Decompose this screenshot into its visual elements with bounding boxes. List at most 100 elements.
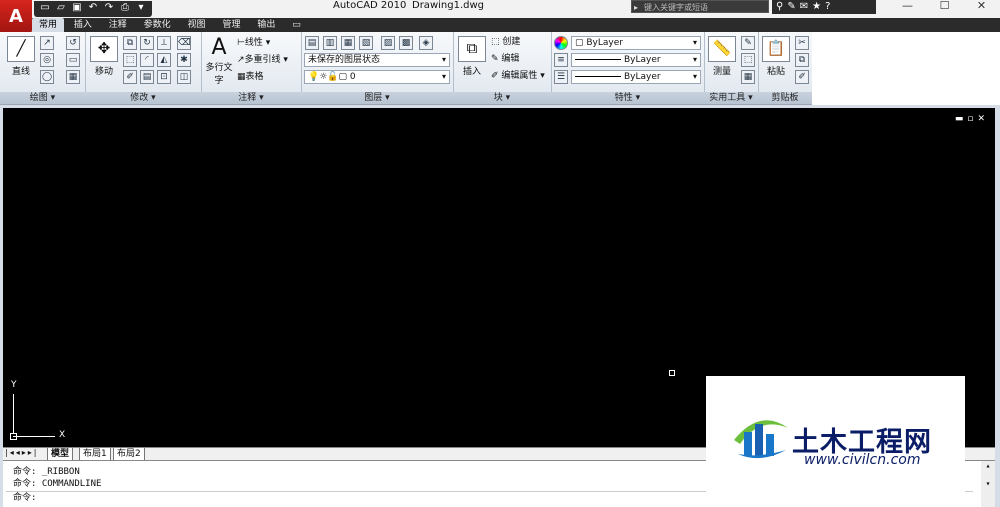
- ucs-x-label: X: [59, 430, 66, 440]
- modify-panel-label[interactable]: 修改 ▾: [85, 92, 201, 104]
- current-layer-value: 0: [349, 72, 356, 82]
- layer-match-icon[interactable]: ▥: [323, 36, 337, 50]
- print-icon[interactable]: ⎙: [118, 1, 132, 15]
- undo-icon[interactable]: ↶: [86, 1, 100, 15]
- scale-icon[interactable]: ⊡: [157, 70, 171, 84]
- maximize-icon[interactable]: ☐: [926, 0, 963, 14]
- application-menu-button[interactable]: A: [0, 0, 32, 34]
- communication-icon[interactable]: ✉: [800, 0, 808, 14]
- layers-panel-label[interactable]: 图层 ▾: [301, 92, 453, 104]
- stretch-icon[interactable]: ⬚: [123, 53, 137, 67]
- layer-state-select[interactable]: 未保存的图层状态: [304, 53, 450, 67]
- block-panel: ⧉ 插入 ⬚ 创建 ✎ 编辑 ✐ 编辑属性 ▾ 块 ▾: [453, 32, 552, 104]
- new-file-icon[interactable]: ▭: [38, 1, 52, 15]
- help-search-input[interactable]: 键入关键字或短语: [631, 0, 769, 14]
- lineweight-icon: ☰: [554, 70, 568, 84]
- color-select[interactable]: ▢ ByLayer: [571, 36, 701, 50]
- star-icon[interactable]: ★: [812, 0, 821, 14]
- paste-label: 粘贴: [766, 67, 785, 77]
- layer-off-icon[interactable]: ◈: [419, 36, 433, 50]
- layer-properties-icon[interactable]: ▤: [305, 36, 319, 50]
- tab-view[interactable]: 视图: [181, 18, 213, 32]
- match-properties-icon[interactable]: ✐: [795, 70, 809, 84]
- wrench-icon[interactable]: ✎: [787, 0, 795, 14]
- save-icon[interactable]: ▣: [70, 1, 84, 15]
- lineweight-select[interactable]: ByLayer: [571, 70, 701, 84]
- dropdown-icon[interactable]: ▾: [134, 1, 148, 15]
- utilities-panel: 📏 测量 ✎ ⬚ ▦ 实用工具 ▾: [704, 32, 759, 104]
- linear-dimension-button[interactable]: ⊢线性 ▾: [237, 37, 270, 49]
- calculator-icon[interactable]: ▦: [741, 70, 755, 84]
- offset-icon[interactable]: ◫: [177, 70, 191, 84]
- layer-previous-icon[interactable]: ▦: [341, 36, 355, 50]
- ribbon-empty-area: [812, 32, 1000, 105]
- tab-insert[interactable]: 插入: [67, 18, 99, 32]
- paste-button[interactable]: 📋 粘贴: [761, 36, 791, 77]
- open-file-icon[interactable]: ▱: [54, 1, 68, 15]
- create-block-button[interactable]: ⬚ 创建: [491, 36, 520, 48]
- info-toolbar: ⚲ ✎ ✉ ★ ?: [772, 0, 876, 14]
- fillet-icon[interactable]: ◜: [140, 53, 154, 67]
- layer-unisolate-icon[interactable]: ▨: [381, 36, 395, 50]
- annotation-panel-label[interactable]: 注释 ▾: [201, 92, 301, 104]
- layer-isolate-icon[interactable]: ▧: [359, 36, 373, 50]
- erase-icon[interactable]: ⌫: [177, 36, 191, 50]
- viewport-controls[interactable]: ▬▫✕: [955, 114, 989, 124]
- measure-button[interactable]: 📏 测量: [707, 36, 737, 77]
- clipboard-panel: 📋 粘贴 ✂ ⧉ ✐ 剪贴板: [758, 32, 812, 104]
- watermark: 土木工程网 www.civilcn.com: [706, 376, 965, 506]
- close-icon[interactable]: ✕: [963, 0, 1000, 14]
- ribbon-toggle-icon[interactable]: ▭: [285, 18, 308, 32]
- minimize-icon[interactable]: —: [889, 0, 926, 14]
- help-icon[interactable]: ?: [825, 0, 830, 14]
- layout-nav-icons[interactable]: |◂◂▸▸|: [5, 448, 38, 457]
- quick-select-icon[interactable]: ✎: [741, 36, 755, 50]
- line-label: 直线: [11, 67, 30, 77]
- redo-icon[interactable]: ↷: [102, 1, 116, 15]
- insert-block-button[interactable]: ⧉ 插入: [456, 36, 488, 77]
- select-all-icon[interactable]: ⬚: [741, 53, 755, 67]
- move-button[interactable]: ✥ 移动: [89, 36, 119, 77]
- polyline-icon[interactable]: ↗: [40, 36, 54, 50]
- array-icon[interactable]: ▤: [140, 70, 154, 84]
- tab-parametric[interactable]: 参数化: [137, 18, 178, 32]
- multileader-button[interactable]: ↗多重引线 ▾: [237, 54, 288, 66]
- brush-icon[interactable]: ✐: [123, 70, 137, 84]
- edit-block-button[interactable]: ✎ 编辑: [491, 53, 519, 65]
- copy-icon[interactable]: ⧉: [123, 36, 137, 50]
- title-bar: ▭ ▱ ▣ ↶ ↷ ⎙ ▾ AutoCAD 2010 Drawing1.dwg …: [0, 0, 1000, 18]
- current-layer-select[interactable]: 💡☼🔓▢ 0: [304, 70, 450, 84]
- tab-annotate[interactable]: 注释: [102, 18, 134, 32]
- block-panel-label[interactable]: 块 ▾: [453, 92, 551, 104]
- explode-icon[interactable]: ✱: [177, 53, 191, 67]
- tab-home[interactable]: 常用: [32, 18, 65, 32]
- edit-attributes-button[interactable]: ✐ 编辑属性 ▾: [491, 70, 545, 82]
- trim-icon[interactable]: ⟂: [157, 36, 171, 50]
- ellipse-icon[interactable]: ◯: [40, 70, 54, 84]
- copy-clip-icon[interactable]: ⧉: [795, 53, 809, 67]
- properties-panel-label[interactable]: 特性 ▾: [551, 92, 704, 104]
- table-button[interactable]: ▦表格: [237, 71, 264, 83]
- circle-icon[interactable]: ◎: [40, 53, 54, 67]
- line-icon: ╱: [7, 36, 35, 62]
- mtext-button[interactable]: A 多行文字: [205, 36, 233, 87]
- rotate-icon[interactable]: ↻: [140, 36, 154, 50]
- binoculars-icon[interactable]: ⚲: [776, 0, 783, 14]
- command-scrollbar[interactable]: ▴ ▾: [981, 461, 995, 507]
- hatch-icon[interactable]: ▦: [66, 70, 80, 84]
- tab-manage[interactable]: 管理: [215, 18, 247, 32]
- line-button[interactable]: ╱ 直线: [6, 36, 36, 77]
- civilcn-logo-icon: [734, 420, 788, 459]
- layer-freeze-icon[interactable]: ▩: [399, 36, 413, 50]
- command-history-line: 命令: COMMANDLINE: [13, 479, 102, 489]
- mirror-icon[interactable]: ◭: [157, 53, 171, 67]
- rectangle-icon[interactable]: ▭: [66, 53, 80, 67]
- tab-output[interactable]: 输出: [250, 18, 282, 32]
- utilities-panel-label[interactable]: 实用工具 ▾: [704, 92, 758, 104]
- linetype-select[interactable]: ByLayer: [571, 53, 701, 67]
- linetype-value: ByLayer: [624, 55, 661, 65]
- move-icon: ✥: [90, 36, 118, 62]
- arc-icon[interactable]: ↺: [66, 36, 80, 50]
- cut-icon[interactable]: ✂: [795, 36, 809, 50]
- draw-panel-label[interactable]: 绘图 ▾: [0, 92, 85, 104]
